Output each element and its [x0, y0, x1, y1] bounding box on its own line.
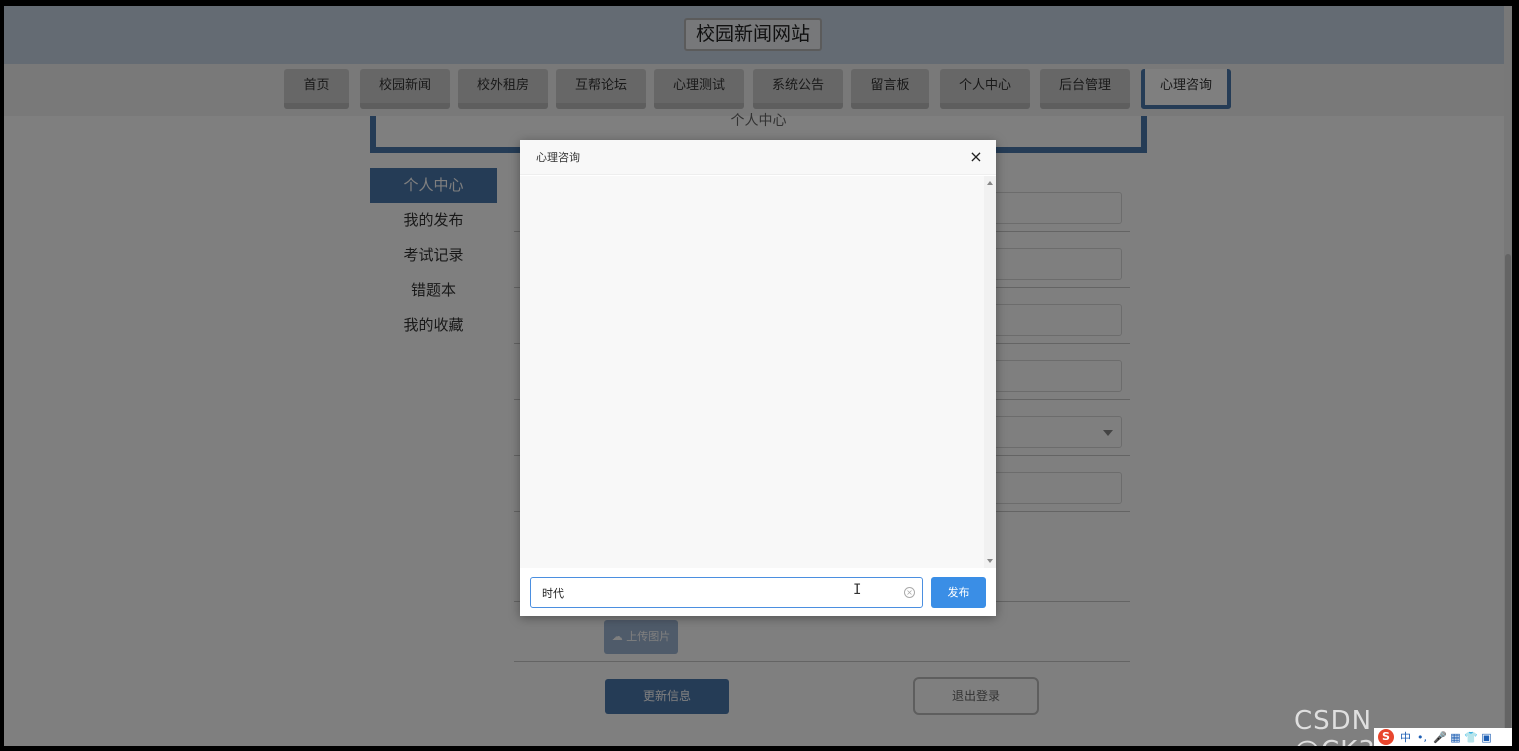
chat-message-area[interactable]: [520, 176, 984, 568]
close-icon[interactable]: ×: [966, 147, 986, 167]
chat-input-wrapper: ×: [530, 577, 923, 608]
chat-scrollbar[interactable]: [984, 176, 996, 568]
dialog-header: 心理咨询 ×: [520, 140, 996, 175]
text-cursor-icon: I: [853, 582, 862, 598]
scroll-down-icon[interactable]: [987, 559, 993, 563]
browser-viewport: 校园新闻网站 首页 校园新闻 校外租房 互帮论坛 心理测试 系统公告 留言板 个…: [4, 6, 1512, 746]
clear-icon[interactable]: ×: [904, 587, 915, 598]
ime-toolbar: S 中 •, 🎤 ▦ 👕 ▣: [1374, 728, 1512, 746]
ime-punct-toggle[interactable]: •,: [1417, 731, 1427, 744]
psych-consult-dialog: 心理咨询 × × 发布: [520, 140, 996, 616]
ime-lang-toggle[interactable]: 中: [1400, 729, 1411, 745]
dialog-title: 心理咨询: [536, 151, 580, 164]
ime-tools-icons[interactable]: 🎤 ▦ 👕 ▣: [1433, 731, 1492, 744]
scroll-up-icon[interactable]: [987, 181, 993, 185]
sogou-logo-icon[interactable]: S: [1378, 729, 1394, 745]
publish-button[interactable]: 发布: [931, 577, 986, 608]
chat-message-input[interactable]: [531, 578, 891, 607]
